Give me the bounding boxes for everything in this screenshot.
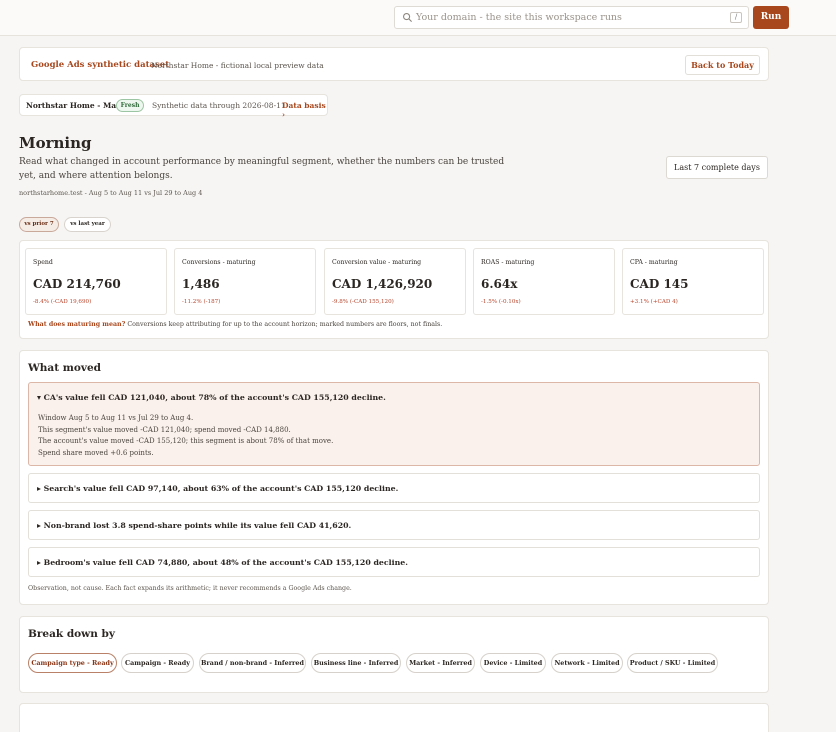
- maturing-note-text: Conversions keep attributing for up to t…: [125, 321, 443, 328]
- page-title: Morning: [19, 134, 92, 152]
- freshness-badge: Fresh: [116, 99, 144, 112]
- metrics-panel: Spend CAD 214,760 -8.4% (-CAD 19,690) Co…: [19, 240, 769, 339]
- fact-line: This segment's value moved -CAD 121,040;…: [38, 425, 291, 434]
- fact-line: Window Aug 5 to Aug 11 vs Jul 29 to Aug …: [38, 414, 194, 422]
- data-basis-link[interactable]: Data basis ›: [282, 101, 327, 119]
- observation-note: Observation, not cause. Each fact expand…: [28, 585, 352, 592]
- search-placeholder: Your domain - the site this workspace ru…: [416, 12, 622, 23]
- run-button[interactable]: Run: [753, 6, 789, 29]
- breakdown-panel: Break down by Campaign type - Ready Camp…: [19, 616, 769, 693]
- fact-item[interactable]: ▾ CA's value fell CAD 121,040, about 78%…: [28, 382, 760, 466]
- shortcut-hint: /: [730, 12, 742, 23]
- metric-value: 1,486: [182, 277, 220, 291]
- fact-summary[interactable]: ▾ CA's value fell CAD 121,040, about 78%…: [37, 393, 386, 402]
- metric-value: CAD 145: [630, 277, 689, 291]
- date-range: northstarhome.test - Aug 5 to Aug 11 vs …: [19, 189, 203, 197]
- fact-summary[interactable]: ▸ Search's value fell CAD 97,140, about …: [37, 484, 398, 493]
- next-panel: [19, 703, 769, 732]
- fact-summary[interactable]: ▸ Bedroom's value fell CAD 74,880, about…: [37, 558, 408, 567]
- synthetic-note: Synthetic data through 2026-08-11: [152, 101, 286, 110]
- maturing-help-link[interactable]: What does maturing mean?: [28, 321, 125, 328]
- fact-item[interactable]: ▸ Bedroom's value fell CAD 74,880, about…: [28, 547, 760, 577]
- breakdown-brand[interactable]: Brand / non-brand - Inferred: [199, 653, 306, 673]
- metric-label: CPA - maturing: [630, 259, 678, 266]
- metric-label: Conversion value - maturing: [332, 259, 422, 266]
- search-input[interactable]: Your domain - the site this workspace ru…: [394, 6, 749, 29]
- metric-delta: -8.4% (-CAD 19,690): [33, 299, 92, 305]
- metric-delta: -9.8% (-CAD 155,120): [332, 299, 394, 305]
- metric-value: 6.64x: [481, 277, 518, 291]
- breakdown-device[interactable]: Device - Limited: [480, 653, 546, 673]
- metric-label: Spend: [33, 259, 53, 266]
- metric-value: CAD 214,760: [33, 277, 121, 291]
- breakdown-network[interactable]: Network - Limited: [551, 653, 623, 673]
- breakdown-title: Break down by: [28, 628, 115, 640]
- breakdown-business-line[interactable]: Business line - Inferred: [311, 653, 401, 673]
- metric-card-conversion-value[interactable]: Conversion value - maturing CAD 1,426,92…: [324, 248, 466, 315]
- page-subtitle: Read what changed in account performance…: [19, 157, 505, 181]
- fact-summary[interactable]: ▸ Non-brand lost 3.8 spend-share points …: [37, 521, 351, 530]
- back-to-today-button[interactable]: Back to Today: [685, 55, 760, 75]
- fact-details: Window Aug 5 to Aug 11 vs Jul 29 to Aug …: [38, 413, 333, 459]
- account-bar: Northstar Home - Main Fresh Synthetic da…: [19, 94, 328, 119]
- breakdown-campaign[interactable]: Campaign - Ready: [121, 653, 194, 673]
- fact-line: The account's value moved -CAD 155,120; …: [38, 437, 334, 446]
- breakdown-campaign-type[interactable]: Campaign type - Ready: [28, 653, 117, 673]
- compare-prior-chip[interactable]: vs prior 7: [19, 217, 59, 232]
- metric-card-spend[interactable]: Spend CAD 214,760 -8.4% (-CAD 19,690): [25, 248, 167, 315]
- period-selector[interactable]: Last 7 complete days: [666, 156, 768, 179]
- metric-label: ROAS - maturing: [481, 259, 535, 266]
- breakdown-product[interactable]: Product / SKU - Limited: [627, 653, 718, 673]
- metric-delta: +3.1% (+CAD 4): [630, 299, 678, 305]
- metric-delta: -1.5% (-0.10x): [481, 299, 521, 305]
- metric-card-cpa[interactable]: CPA - maturing CAD 145 +3.1% (+CAD 4): [622, 248, 764, 315]
- breakdown-market[interactable]: Market - Inferred: [406, 653, 475, 673]
- dataset-banner: Google Ads synthetic dataset Northstar H…: [19, 47, 769, 81]
- fact-item[interactable]: ▸ Search's value fell CAD 97,140, about …: [28, 473, 760, 503]
- account-name: Northstar Home - Main: [26, 101, 125, 110]
- metric-card-roas[interactable]: ROAS - maturing 6.64x -1.5% (-0.10x): [473, 248, 615, 315]
- top-bar: Your domain - the site this workspace ru…: [0, 0, 836, 36]
- fact-line: Spend share moved +0.6 points.: [38, 448, 154, 457]
- compare-last-year-chip[interactable]: vs last year: [64, 217, 111, 232]
- search-icon: [403, 13, 413, 23]
- banner-title: Google Ads synthetic dataset: [31, 60, 170, 70]
- what-moved-panel: What moved ▾ CA's value fell CAD 121,040…: [19, 350, 769, 605]
- fact-item[interactable]: ▸ Non-brand lost 3.8 spend-share points …: [28, 510, 760, 540]
- banner-subtitle: Northstar Home - fictional local preview…: [151, 61, 324, 70]
- metric-value: CAD 1,426,920: [332, 277, 433, 291]
- metric-label: Conversions - maturing: [182, 259, 256, 266]
- metric-card-conversions[interactable]: Conversions - maturing 1,486 -11.2% (-18…: [174, 248, 316, 315]
- maturing-note: What does maturing mean? Conversions kee…: [28, 321, 442, 328]
- what-moved-title: What moved: [28, 362, 101, 374]
- metric-delta: -11.2% (-187): [182, 299, 221, 305]
